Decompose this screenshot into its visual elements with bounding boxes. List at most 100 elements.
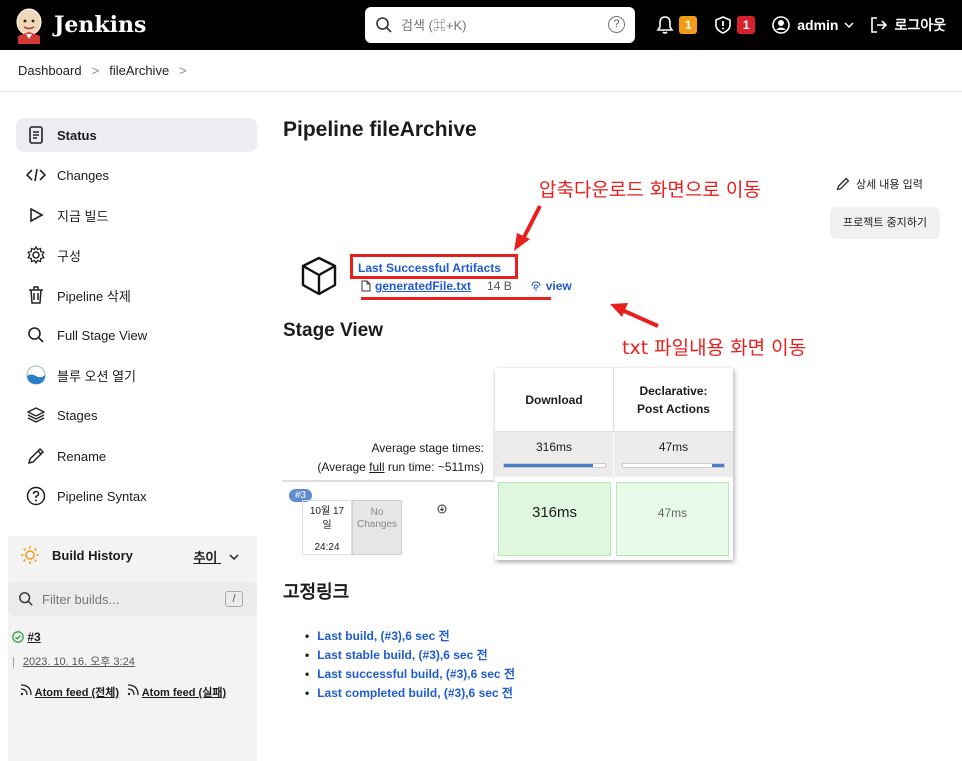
pencil-icon [26, 446, 46, 466]
logout-button[interactable]: 로그아웃 [870, 15, 946, 35]
annotation-txt-view: txt 파일내용 화면 이동 [622, 337, 807, 359]
sidebar-item-stages[interactable]: Stages [16, 398, 257, 432]
stage-avg-bar-fill [504, 464, 593, 467]
annotation-archive-download: 압축다운로드 화면으로 이동 [539, 179, 761, 201]
stage-cell-download[interactable]: 316ms [498, 482, 611, 556]
stage-avg-bar-fill [712, 464, 724, 467]
sidebar-item-blue-ocean[interactable]: 블루 오션 열기 [16, 358, 257, 392]
sidebar-item-label: 지금 빌드 [57, 208, 109, 224]
trend-link[interactable]: 추이 [193, 547, 239, 566]
status-doc-icon [26, 125, 46, 145]
page-title: Pipeline fileArchive [283, 118, 477, 141]
search-box[interactable]: ? [365, 7, 635, 43]
permalink-last-build[interactable]: Last build, (#3),6 sec 전 [305, 627, 515, 646]
stage-view-title: Stage View [283, 320, 383, 341]
stage-view-table: Download Declarative: Post Actions 316ms… [495, 368, 733, 560]
file-icon [361, 280, 371, 292]
atom-feed-all-label: Atom feed (전체) [34, 687, 120, 699]
package-icon [301, 256, 337, 296]
stage-cell-post-actions[interactable]: 47ms [616, 482, 729, 556]
avg-run-time: (Average full run time: ~511ms) [282, 458, 484, 477]
full-run-link[interactable]: full [369, 460, 384, 474]
no-changes-line1: No [370, 507, 384, 518]
chevron-down-icon [844, 22, 854, 29]
play-icon [26, 205, 46, 225]
trend-label: 추이 [193, 550, 218, 565]
no-changes-box: No Changes [352, 500, 402, 555]
jenkins-logo[interactable]: Jenkins [12, 6, 146, 44]
build-entry[interactable]: #3 [12, 630, 41, 644]
permalink-last-successful[interactable]: Last successful build, (#3),6 sec 전 [305, 665, 515, 684]
sidebar-item-configure[interactable]: 구성 [16, 238, 257, 272]
permalink-last-completed[interactable]: Last completed build, (#3),6 sec 전 [305, 684, 515, 703]
build-number-link[interactable]: #3 [27, 630, 40, 644]
sidebar-item-pipeline-syntax[interactable]: Pipeline Syntax [16, 479, 257, 513]
sidebar-item-label: Full Stage View [57, 327, 148, 343]
search-icon [19, 592, 33, 606]
logout-icon [871, 17, 888, 33]
build-date-line1: 10월 17 [309, 506, 345, 517]
bell-icon [656, 16, 674, 34]
annotation-arrow-up [514, 205, 542, 251]
last-successful-artifacts-link[interactable]: Last Successful Artifacts [350, 254, 518, 279]
code-icon [26, 165, 46, 185]
sidebar-item-label: Rename [57, 448, 107, 464]
security-button[interactable]: 1 [713, 15, 756, 35]
disable-project-button[interactable]: 프로젝트 중지하기 [830, 207, 940, 239]
download-artifact-icon[interactable] [437, 504, 447, 514]
top-header: Jenkins ? 1 1 admin 로그아웃 [0, 0, 962, 50]
breadcrumb: Dashboard > fileArchive > [0, 50, 962, 92]
notifications-button[interactable]: 1 [655, 15, 698, 35]
jenkins-butler-icon [16, 8, 42, 44]
permalinks-list: Last build, (#3),6 sec 전 Last stable bui… [305, 627, 515, 703]
filter-placeholder: Filter builds... [42, 591, 120, 607]
security-count-badge: 1 [737, 16, 756, 34]
pencil-icon [836, 177, 850, 191]
edit-description-button[interactable]: 상세 내용 입력 [836, 176, 923, 192]
filter-builds-input[interactable]: Filter builds... / [8, 582, 257, 616]
user-name: admin [797, 17, 839, 33]
build-date-line2: 일 [322, 520, 332, 531]
chevron-down-icon [229, 554, 239, 561]
sidebar-item-build-now[interactable]: 지금 빌드 [16, 198, 257, 232]
build-date: 2023. 10. 16. 오후 3:24 [22, 656, 135, 668]
permalink-last-stable[interactable]: Last stable build, (#3),6 sec 전 [305, 646, 515, 665]
search-icon [376, 17, 392, 33]
avg-run-prefix: (Average [317, 460, 370, 474]
stage-avg-bar [622, 463, 725, 468]
search-input[interactable] [401, 17, 601, 33]
atom-feed-all[interactable]: Atom feed (전체) [20, 684, 119, 700]
artifact-file-link[interactable]: generatedFile.txt [375, 279, 471, 293]
stack-icon [26, 405, 46, 425]
build-history-title: Build History [52, 547, 133, 563]
sidebar-item-full-stage-view[interactable]: Full Stage View [16, 318, 257, 352]
sidebar-item-label: Pipeline 삭제 [57, 288, 131, 304]
build-date-link[interactable]: | 2023. 10. 16. 오후 3:24 [12, 653, 135, 669]
app-name: Jenkins [54, 12, 147, 38]
sidebar-item-label: Stages [57, 407, 98, 423]
sidebar-item-rename[interactable]: Rename [16, 439, 257, 473]
user-menu[interactable]: admin [771, 15, 854, 35]
artifact-size: 14 B [487, 279, 512, 293]
sidebar-item-delete[interactable]: Pipeline 삭제 [16, 278, 257, 312]
annotation-arrow-left [610, 303, 659, 328]
permalinks-title: 고정링크 [283, 582, 350, 602]
breadcrumb-fileArchive[interactable]: fileArchive [109, 63, 169, 78]
artifact-view-link[interactable]: view [530, 279, 572, 293]
avg-label: Average stage times: [371, 441, 484, 455]
sidebar-item-changes[interactable]: Changes [16, 158, 257, 192]
stage-avg-bar [503, 463, 606, 468]
artifact-row: generatedFile.txt 14 B view [361, 279, 572, 293]
sidebar-item-label: 구성 [57, 248, 81, 264]
breadcrumb-dashboard[interactable]: Dashboard [18, 63, 82, 78]
sun-icon [21, 546, 39, 564]
stage-name-line2: Post Actions [637, 401, 710, 416]
sidebar-item-label: Status [57, 127, 97, 143]
rss-icon [20, 684, 32, 696]
atom-feed-failed[interactable]: Atom feed (실패) [127, 684, 226, 700]
sidebar-item-status[interactable]: Status [16, 118, 257, 152]
search-help-icon[interactable]: ? [608, 16, 625, 33]
stage-avg-post-actions: 47ms [614, 432, 733, 477]
search-icon [26, 325, 46, 345]
stage-avg-time: 47ms [658, 440, 689, 454]
